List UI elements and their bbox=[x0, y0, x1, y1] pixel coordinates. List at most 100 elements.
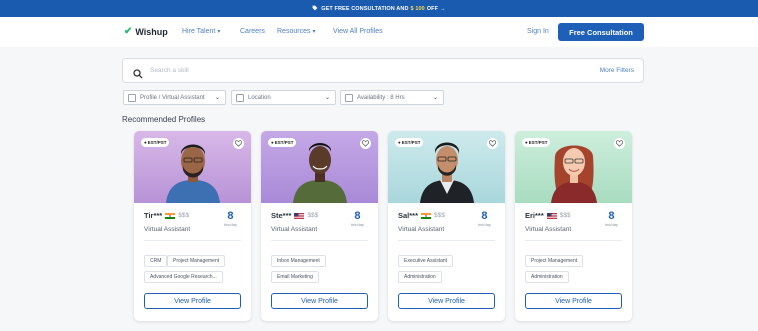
sign-in-label: Sign In bbox=[527, 28, 549, 35]
profile-name-row: Eri*** $$$ bbox=[525, 211, 571, 220]
profile-name-row: Tir*** $$$ bbox=[144, 211, 189, 220]
more-filters-link[interactable]: More Filters bbox=[600, 67, 634, 74]
nav-resources[interactable]: Resources ▾ bbox=[277, 28, 315, 35]
filter-availability-dropdown[interactable]: Availability : 8 Hrs ⌄ bbox=[340, 90, 444, 105]
profile-card[interactable]: ● EST/PST Eri*** $$$ Virtual Assistant 8… bbox=[515, 131, 632, 321]
profile-role: Virtual Assistant bbox=[144, 226, 191, 233]
timezone-label: EST/PST bbox=[528, 140, 548, 145]
hours-per-day: 8 hrs/day bbox=[223, 210, 237, 228]
promo-amount: $ 100 bbox=[410, 5, 425, 12]
logo-text: Wishup bbox=[135, 26, 168, 37]
profile-name: Eri*** bbox=[525, 211, 544, 220]
heart-icon[interactable] bbox=[360, 138, 371, 149]
hours-unit: hrs/day bbox=[350, 222, 364, 227]
profile-name-row: Ste*** $$$ bbox=[271, 211, 318, 220]
promo-text-after: OFF bbox=[426, 5, 439, 12]
filter-profile-label: Profile / Virtual Assistant bbox=[140, 94, 205, 101]
nav-careers-label: Careers bbox=[240, 28, 265, 35]
profile-name-row: Sal*** $$$ bbox=[398, 211, 445, 220]
free-consultation-button[interactable]: Free Consultation bbox=[558, 23, 644, 41]
skill-tag: Project Management bbox=[167, 255, 226, 267]
profile-name: Tir*** bbox=[144, 211, 163, 220]
timezone-badge: ● EST/PST bbox=[268, 138, 297, 147]
sign-in-link[interactable]: Sign In bbox=[527, 28, 549, 35]
timezone-badge: ● EST/PST bbox=[522, 138, 551, 147]
timezone-label: EST/PST bbox=[147, 140, 167, 145]
hours-per-day: 8 hrs/day bbox=[604, 211, 618, 228]
heart-icon[interactable] bbox=[614, 138, 625, 149]
timezone-badge: ● EST/PST bbox=[395, 138, 424, 147]
profile-card[interactable]: ● EST/PST Sal*** $$$ Virtual Assistant 8… bbox=[388, 131, 505, 321]
filter-location-dropdown[interactable]: Location ⌄ bbox=[231, 90, 336, 105]
location-pin-icon: ● bbox=[525, 140, 528, 145]
search-icon bbox=[133, 66, 143, 84]
section-title: Recommended Profiles bbox=[122, 115, 206, 124]
india-flag-icon bbox=[165, 212, 176, 219]
price-level: $$$ bbox=[559, 212, 571, 219]
hours-value: 8 bbox=[227, 210, 234, 222]
skill-tag: Email Marketing bbox=[271, 271, 319, 283]
view-profile-button[interactable]: View Profile bbox=[525, 293, 622, 309]
person-avatar bbox=[166, 144, 220, 203]
nav-view-all-profiles[interactable]: View All Profiles bbox=[333, 28, 383, 35]
chevron-down-icon: ⌄ bbox=[324, 95, 330, 101]
divider bbox=[144, 240, 241, 241]
skill-tag: CRM bbox=[144, 255, 168, 267]
india-flag-icon bbox=[421, 212, 432, 219]
person-avatar bbox=[551, 145, 597, 203]
profile-name: Sal*** bbox=[398, 211, 419, 220]
checkbox-icon[interactable] bbox=[128, 93, 136, 102]
chevron-down-icon: ▾ bbox=[217, 29, 221, 35]
checkbox-icon[interactable] bbox=[345, 93, 353, 102]
skill-tag: Administration bbox=[398, 271, 442, 283]
hours-per-day: 8 hrs/day bbox=[477, 210, 491, 228]
view-profile-button[interactable]: View Profile bbox=[398, 293, 495, 309]
person-avatar bbox=[293, 143, 347, 203]
nav-careers[interactable]: Careers bbox=[240, 28, 265, 35]
logo[interactable]: ✔ Wishup bbox=[124, 26, 168, 37]
promo-text: GET FREE CONSULTATION AND bbox=[321, 5, 409, 12]
hours-per-day: 8 hrs/day bbox=[350, 211, 364, 228]
logo-check-icon: ✔ bbox=[124, 26, 133, 37]
nav-resources-label: Resources bbox=[277, 28, 311, 35]
hours-unit: hrs/day bbox=[223, 222, 237, 227]
profile-role: Virtual Assistant bbox=[525, 226, 572, 233]
skill-tag: Advanced Google Research... bbox=[144, 271, 223, 283]
chevron-down-icon: ⌄ bbox=[214, 95, 220, 101]
usa-flag-icon bbox=[546, 212, 557, 219]
hours-unit: hrs/day bbox=[604, 222, 618, 227]
filter-availability-label: Availability : 8 Hrs bbox=[357, 94, 405, 101]
divider bbox=[271, 240, 368, 241]
timezone-label: EST/PST bbox=[274, 140, 294, 145]
profile-card[interactable]: ● EST/PST Ste*** $$$ Virtual Assistant 8… bbox=[261, 131, 378, 321]
view-profile-button[interactable]: View Profile bbox=[144, 293, 241, 309]
price-level: $$$ bbox=[434, 212, 445, 219]
timezone-label: EST/PST bbox=[401, 140, 421, 145]
filter-profile-dropdown[interactable]: Profile / Virtual Assistant ⌄ bbox=[123, 90, 226, 105]
filter-location-label: Location bbox=[248, 94, 271, 101]
hours-unit: hrs/day bbox=[477, 222, 491, 227]
hours-value: 8 bbox=[481, 210, 488, 222]
search-input[interactable]: Search a skill bbox=[150, 67, 189, 74]
person-avatar bbox=[420, 142, 474, 203]
chevron-down-icon: ▾ bbox=[312, 29, 316, 35]
heart-icon[interactable] bbox=[487, 138, 498, 149]
divider bbox=[525, 240, 622, 241]
view-profile-button[interactable]: View Profile bbox=[271, 293, 368, 309]
promo-banner[interactable]: GET FREE CONSULTATION AND $ 100 OFF → bbox=[0, 0, 758, 17]
chevron-down-icon: ⌄ bbox=[432, 95, 438, 101]
heart-icon[interactable] bbox=[233, 138, 244, 149]
divider bbox=[398, 240, 495, 241]
skill-tag: Executive Assistant bbox=[398, 255, 454, 267]
skill-tag: Inbox Management bbox=[271, 255, 326, 267]
profile-role: Virtual Assistant bbox=[398, 226, 445, 233]
timezone-badge: ● EST/PST bbox=[141, 138, 170, 147]
skill-tag: Project Management bbox=[525, 255, 584, 267]
nav-hire-talent-label: Hire Talent bbox=[182, 28, 216, 35]
checkbox-icon[interactable] bbox=[236, 93, 244, 102]
nav-hire-talent[interactable]: Hire Talent ▾ bbox=[182, 28, 220, 35]
price-level: $$$ bbox=[307, 212, 319, 219]
location-pin-icon: ● bbox=[144, 140, 147, 145]
profile-card[interactable]: ● EST/PST Tir*** $$$ Virtual Assistant 8… bbox=[134, 131, 251, 321]
skill-search-bar[interactable]: Search a skill More Filters bbox=[122, 58, 644, 83]
